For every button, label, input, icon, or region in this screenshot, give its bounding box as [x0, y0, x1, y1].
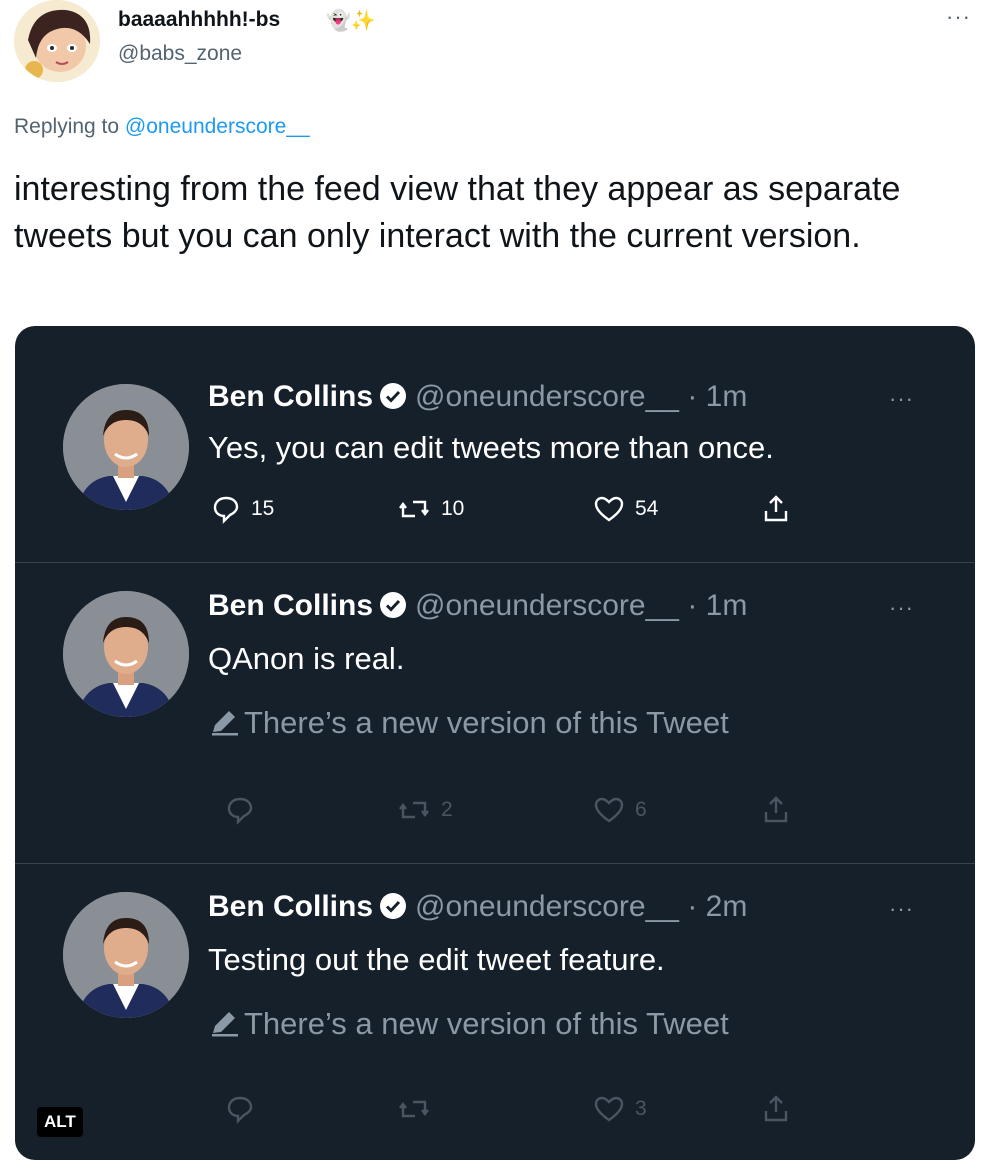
tweet-text: Yes, you can edit tweets more than once.: [208, 430, 774, 465]
reply-button[interactable]: 15: [211, 494, 274, 524]
like-count: 6: [635, 798, 647, 821]
pencil-icon: [212, 1012, 238, 1037]
edit-notice[interactable]: There’s a new version of this Tweet: [208, 1006, 729, 1042]
tweet-actions: 15 10 54: [211, 494, 791, 534]
more-options-icon[interactable]: ···: [889, 595, 914, 621]
embedded-tweet[interactable]: Ben Collins @oneunderscore__ · 1m ··· Yes…: [15, 326, 975, 562]
more-options-icon[interactable]: ···: [889, 896, 914, 922]
embedded-tweet[interactable]: Ben Collins @oneunderscore__ · 1m ··· QAn…: [15, 563, 975, 863]
share-icon: [764, 796, 788, 823]
mention-link[interactable]: @oneunderscore__: [125, 115, 310, 138]
like-button[interactable]: 6: [593, 795, 647, 825]
heart-icon: [594, 1096, 624, 1122]
replying-to: Replying to @oneunderscore__: [14, 115, 310, 139]
author-handle[interactable]: @oneunderscore__: [415, 380, 679, 413]
heart-icon: [594, 496, 624, 522]
author-handle[interactable]: @oneunderscore__: [415, 589, 679, 622]
author-name[interactable]: Ben Collins: [208, 589, 373, 622]
tweet-text: Testing out the edit tweet feature.: [208, 942, 665, 977]
share-icon: [764, 495, 788, 522]
user-handle[interactable]: @babs_zone: [118, 42, 242, 66]
alt-badge[interactable]: ALT: [37, 1107, 83, 1137]
heart-icon: [594, 797, 624, 823]
display-name[interactable]: baaaahhhhh!-bs: [118, 8, 280, 32]
retweet-icon: [399, 500, 429, 518]
reply-button[interactable]: [225, 795, 255, 825]
more-options-icon[interactable]: ···: [889, 386, 914, 412]
share-button[interactable]: [761, 1094, 791, 1124]
retweet-icon: [399, 801, 429, 819]
like-button[interactable]: 3: [593, 1094, 647, 1124]
retweet-count: 10: [441, 497, 465, 520]
avatar[interactable]: [63, 384, 189, 510]
retweet-icon: [399, 1100, 429, 1118]
tweet-actions: 2 6: [211, 795, 791, 835]
verified-badge-icon: [379, 892, 407, 928]
like-count: 3: [635, 1097, 647, 1120]
tweet-header: Ben Collins @oneunderscore__ · 1m: [208, 589, 747, 627]
verified-badge-icon: [379, 382, 407, 418]
retweet-button[interactable]: [397, 1094, 431, 1124]
tweet-time[interactable]: · 1m: [687, 589, 747, 622]
more-options-icon[interactable]: ···: [946, 4, 971, 30]
edit-notice-text: There’s a new version of this Tweet: [244, 705, 729, 740]
reply-icon: [213, 496, 239, 524]
ghost-sparkles-icon: 👻✨: [326, 10, 376, 32]
tweet-header: Ben Collins @oneunderscore__ · 1m: [208, 380, 747, 418]
tweet-time[interactable]: · 1m: [687, 380, 747, 413]
tweet-actions: 3: [211, 1094, 791, 1134]
retweet-button[interactable]: 2: [397, 795, 453, 825]
edit-notice-text: There’s a new version of this Tweet: [244, 1006, 729, 1041]
pencil-icon: [212, 711, 238, 736]
embedded-image[interactable]: Ben Collins @oneunderscore__ · 1m ··· Yes…: [15, 326, 975, 1160]
author-name[interactable]: Ben Collins: [208, 890, 373, 923]
avatar[interactable]: [63, 892, 189, 1018]
verified-badge-icon: [379, 591, 407, 627]
reply-count: 15: [251, 497, 275, 520]
reply-icon: [227, 797, 253, 825]
share-icon: [764, 1095, 788, 1122]
retweet-count: 2: [441, 798, 453, 821]
like-count: 54: [635, 497, 659, 520]
like-button[interactable]: 54: [593, 494, 658, 524]
author-handle[interactable]: @oneunderscore__: [415, 890, 679, 923]
tweet-time[interactable]: · 2m: [687, 890, 747, 923]
embedded-tweet[interactable]: Ben Collins @oneunderscore__ · 2m ··· Tes…: [15, 864, 975, 1160]
reply-icon: [227, 1096, 253, 1124]
edit-notice[interactable]: There’s a new version of this Tweet: [208, 705, 729, 741]
author-name[interactable]: Ben Collins: [208, 380, 373, 413]
avatar[interactable]: [14, 0, 100, 82]
tweet-text: QAnon is real.: [208, 641, 405, 676]
avatar[interactable]: [63, 591, 189, 717]
reply-button[interactable]: [225, 1094, 255, 1124]
share-button[interactable]: [761, 795, 791, 825]
tweet-text: interesting from the feed view that they…: [14, 170, 901, 255]
tweet-header: Ben Collins @oneunderscore__ · 2m: [208, 890, 747, 928]
retweet-button[interactable]: 10: [397, 494, 464, 524]
share-button[interactable]: [761, 494, 791, 524]
replying-prefix: Replying to: [14, 115, 125, 138]
